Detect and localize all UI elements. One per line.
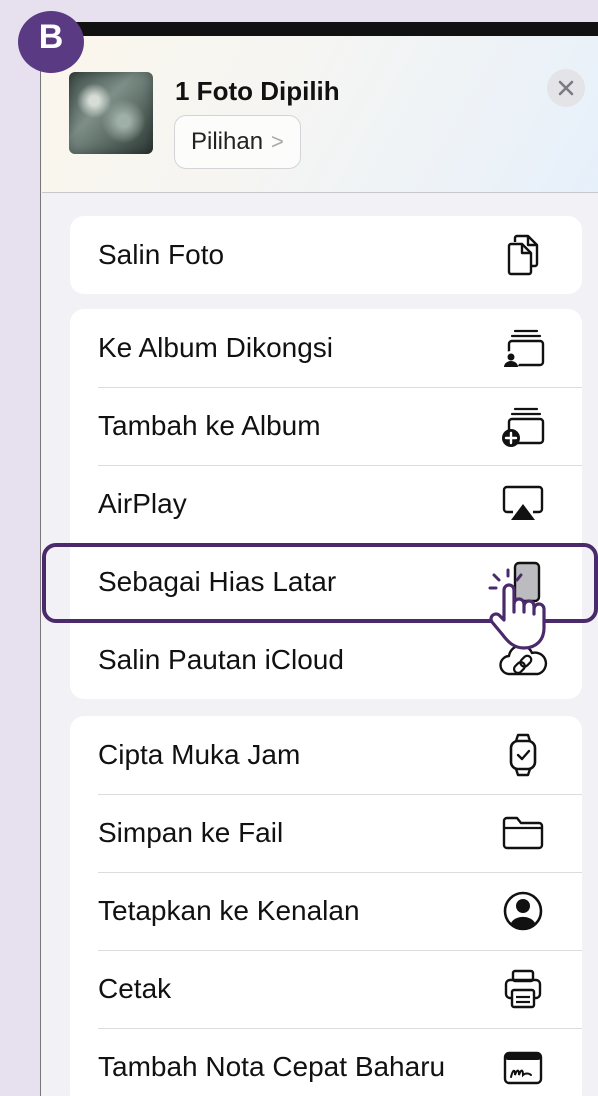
chevron-right-icon: >	[271, 129, 284, 154]
photo-thumbnail	[69, 72, 153, 154]
action-print[interactable]: Cetak	[70, 950, 582, 1028]
action-new-quick-note[interactable]: Tambah Nota Cepat Baharu	[70, 1028, 582, 1096]
action-shared-album[interactable]: Ke Album Dikongsi	[70, 309, 582, 387]
action-label: Salin Foto	[98, 239, 225, 270]
copy-doc-icon	[498, 230, 548, 280]
tap-hand-icon	[488, 568, 546, 650]
action-label: Ke Album Dikongsi	[98, 332, 334, 363]
share-sheet-header: 1 Foto Dipilih Pilihan >	[42, 36, 598, 193]
action-copy-photo[interactable]: Salin Foto	[70, 216, 582, 294]
shared-album-icon	[498, 323, 548, 373]
close-button[interactable]	[547, 69, 585, 107]
action-label: Cipta Muka Jam	[98, 739, 301, 770]
close-icon	[558, 80, 574, 96]
action-assign-to-contact[interactable]: Tetapkan ke Kenalan	[70, 872, 582, 950]
airplay-icon	[498, 479, 548, 529]
action-label: Tambah ke Album	[98, 410, 321, 441]
printer-icon	[498, 964, 548, 1014]
action-label: Tambah Nota Cepat Baharu	[98, 1051, 446, 1082]
action-airplay[interactable]: AirPlay	[70, 465, 582, 543]
selection-title: 1 Foto Dipilih	[175, 76, 340, 106]
options-label: Pilihan	[191, 128, 264, 155]
add-album-icon	[498, 401, 548, 451]
action-save-to-files[interactable]: Simpan ke Fail	[70, 794, 582, 872]
folder-icon	[498, 808, 548, 858]
action-label: AirPlay	[98, 488, 187, 519]
watch-icon	[498, 730, 548, 780]
action-add-to-album[interactable]: Tambah ke Album	[70, 387, 582, 465]
step-badge: B	[18, 11, 84, 73]
action-label: Simpan ke Fail	[98, 817, 284, 848]
action-group-copy: Salin Foto	[70, 216, 582, 294]
action-label: Cetak	[98, 973, 172, 1004]
quick-note-icon	[498, 1042, 548, 1092]
action-group-more: Cipta Muka Jam Simpan ke Fail Tetapkan k…	[70, 716, 582, 1096]
action-label: Salin Pautan iCloud	[98, 644, 344, 675]
contact-icon	[498, 886, 548, 936]
action-label: Tetapkan ke Kenalan	[98, 895, 360, 926]
action-create-watch-face[interactable]: Cipta Muka Jam	[70, 716, 582, 794]
options-button[interactable]: Pilihan >	[174, 115, 301, 169]
